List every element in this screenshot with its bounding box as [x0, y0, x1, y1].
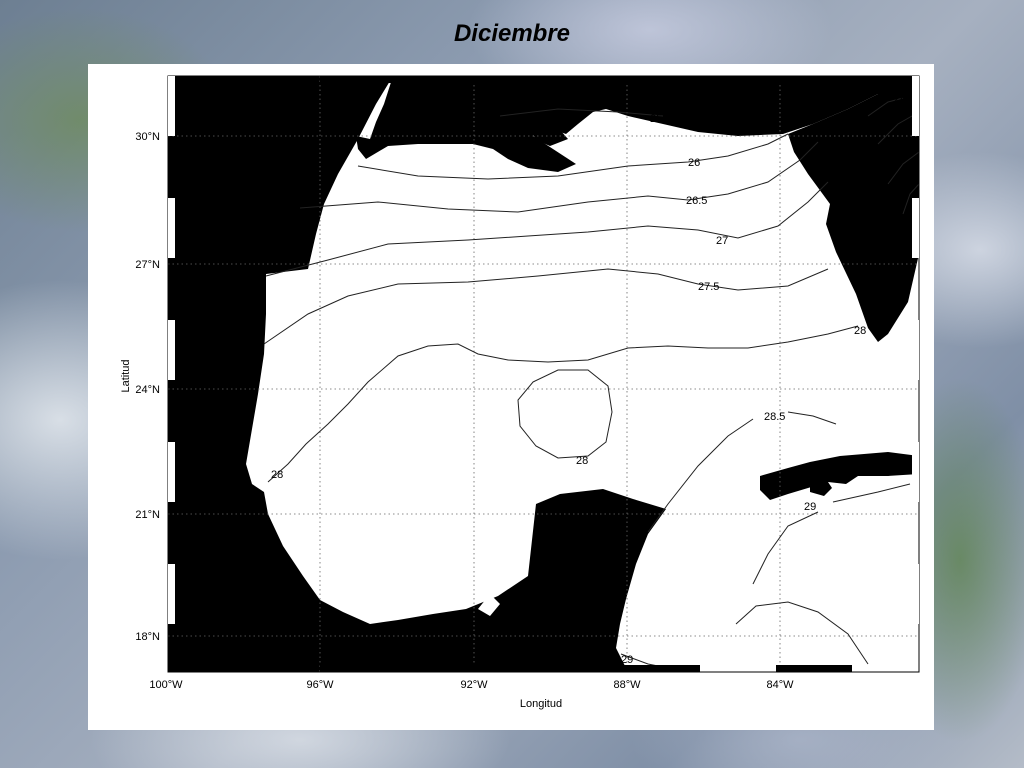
y-tick-27n: 27°N: [135, 259, 160, 271]
label-27: 27: [716, 235, 728, 247]
sst-contour-map: 25.5 26 26 26.5 27 27.5 28 28 28 28.5 29…: [120, 75, 920, 710]
label-28-closed: 28: [576, 455, 588, 467]
label-29-south: 29: [621, 654, 633, 666]
y-tick-21n: 21°N: [135, 509, 160, 521]
label-29-east: 29: [804, 501, 816, 513]
x-tick-84w: 84°W: [766, 679, 794, 691]
label-28-east: 28: [854, 325, 866, 337]
x-tick-92w: 92°W: [460, 679, 488, 691]
x-tick-96w: 96°W: [306, 679, 334, 691]
page-title: Diciembre: [453, 20, 571, 47]
x-tick-labels: 100°W 96°W 92°W 88°W 84°W: [149, 679, 794, 691]
label-26-florida: 26: [894, 93, 906, 105]
y-tick-labels: 30°N 27°N 24°N 21°N 18°N: [135, 131, 160, 643]
label-28-5: 28.5: [764, 411, 785, 423]
label-28-west: 28: [271, 469, 283, 481]
label-26-north: 26: [688, 157, 700, 169]
x-tick-100w: 100°W: [149, 679, 183, 691]
map-panel: 25.5 26 26 26.5 27 27.5 28 28 28 28.5 29…: [88, 64, 934, 730]
x-axis-title: Longitud: [520, 698, 562, 710]
y-axis-title: Latitud: [120, 359, 132, 392]
label-27-5: 27.5: [698, 281, 719, 293]
x-tick-88w: 88°W: [613, 679, 641, 691]
y-tick-24n: 24°N: [135, 384, 160, 396]
y-tick-30n: 30°N: [135, 131, 160, 143]
label-25-5: 25.5: [650, 113, 671, 125]
y-tick-18n: 18°N: [135, 631, 160, 643]
label-26-5: 26.5: [686, 195, 707, 207]
